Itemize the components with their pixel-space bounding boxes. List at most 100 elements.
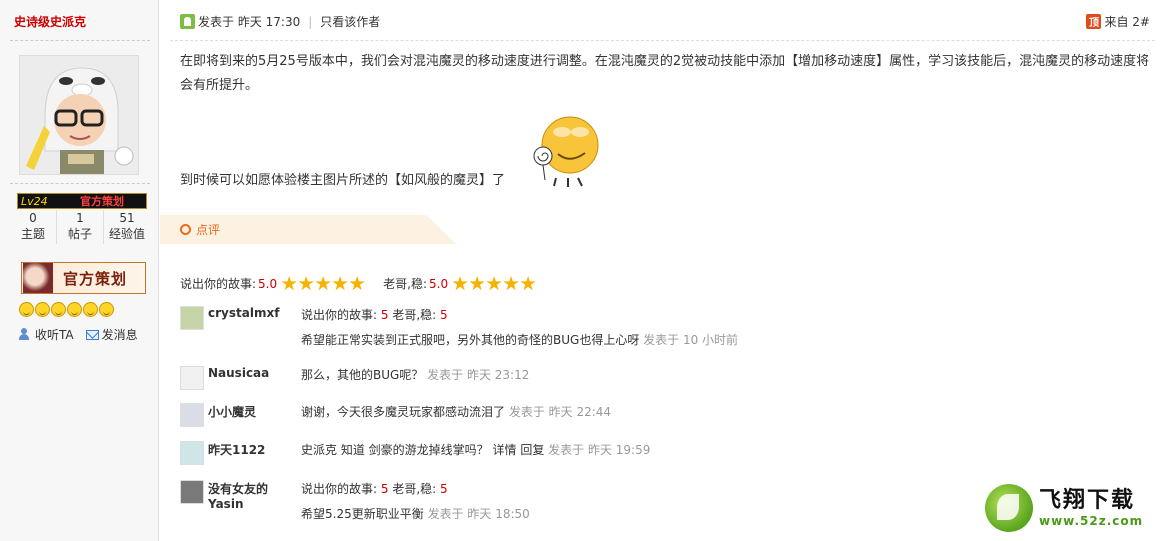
follow-label: 收听TA [35,328,74,342]
comment-rating-score-a: 5 [380,482,389,496]
review-tab[interactable]: 点评 [160,215,456,244]
stat-exp-label: 经验值 [108,227,145,241]
star-icon [503,276,519,291]
comment-text: 希望5.25更新职业平衡 [301,507,424,521]
role-label: 官方策划 [80,195,124,208]
comment-item: 小小魔灵 谢谢，今天很多魔灵玩家都感动流泪了 发表于 昨天 22:44 [180,403,611,427]
star-icon [315,276,331,291]
official-badge: 官方策划 [21,262,146,294]
message-label: 发消息 [101,328,138,342]
review-tab-label: 点评 [196,223,221,237]
comment-body: 说出你的故事: 5 老哥,稳: 5 希望5.25更新职业平衡 发表于 昨天 18… [301,480,530,522]
floor-label[interactable]: 来自 2# [1104,13,1150,30]
smiley-medal-icon[interactable] [99,302,114,317]
stat-posts-count: 1 [76,211,84,225]
star-icon [298,276,314,291]
star-icon [281,276,297,291]
top-icon[interactable]: 顶 [1086,14,1102,29]
add-user-icon [18,328,32,341]
commenter-avatar[interactable] [180,403,204,427]
badge-label: 官方策划 [63,269,128,288]
commenter-name[interactable]: crystalmxf [208,306,301,348]
comment-time: 发表于 昨天 23:12 [427,368,530,382]
author-username[interactable]: 史诗级史派克 [14,13,86,30]
author-only-link[interactable]: 只看该作者 [320,13,380,30]
comment-text: 谢谢，今天很多魔灵玩家都感动流泪了 [301,405,506,419]
commenter-avatar[interactable] [180,306,204,330]
floor-indicator: 顶 来自 2# [1086,13,1150,30]
comment-text: 希望能正常实装到正式服吧，另外其他的奇怪的BUG也得上心呀 [301,333,640,347]
comment-time: 发表于 昨天 19:59 [548,443,651,457]
rating-stars-1 [281,276,365,291]
rating-label-1: 说出你的故事: [180,277,257,291]
comment-rating-label-b: 老哥,稳: [392,482,437,496]
badge-portrait-icon [23,263,53,293]
divider [170,40,1155,41]
online-user-icon [180,14,195,29]
comment-rating-score-a: 5 [380,308,389,322]
comment-text: 史派克 知道 剑豪的游龙掉线掌吗？ [301,443,489,457]
follow-button[interactable]: 收听TA [18,326,74,343]
comment-rating-score-b: 5 [440,308,448,322]
send-message-button[interactable]: 发消息 [85,326,138,343]
divider [10,40,150,41]
smiley-medal-icon[interactable] [35,302,50,317]
watermark-name: 飞翔下载 [1039,488,1136,513]
smiley-medal-icon[interactable] [19,302,34,317]
comment-item: 没有女友的Yasin 说出你的故事: 5 老哥,稳: 5 希望5.25更新职业平… [180,480,530,522]
stat-topics-label: 主题 [20,227,45,241]
stat-posts[interactable]: 1 帖子 [57,210,104,244]
comment-time: 发表于 昨天 18:50 [427,507,530,521]
star-icon [452,276,468,291]
avatar-illustration [20,56,138,174]
lollipop-smiley-emoticon [533,116,599,187]
post-paragraph-1: 在即将到来的5月25号版本中，我们会对混沌魔灵的移动速度进行调整。在混沌魔灵的2… [180,54,1150,93]
star-icon [469,276,485,291]
comment-body: 谢谢，今天很多魔灵玩家都感动流泪了 发表于 昨天 22:44 [301,403,611,427]
medal-row [19,302,114,317]
smiley-medal-icon[interactable] [83,302,98,317]
commenter-name[interactable]: Nausicaa [208,366,301,390]
commenter-avatar[interactable] [180,480,204,504]
author-actions: 收听TA 发消息 [18,326,138,343]
star-icon [486,276,502,291]
rating-label-2: 老哥,稳: [383,277,427,291]
stat-exp[interactable]: 51 经验值 [104,210,150,244]
site-watermark: 飞翔下载 www.52z.com [985,483,1160,533]
comment-item: Nausicaa 那么，其他的BUG呢？ 发表于 昨天 23:12 [180,366,529,390]
star-icon [349,276,365,291]
smiley-medal-icon[interactable] [51,302,66,317]
star-icon [332,276,348,291]
leaf-logo-icon [985,484,1033,532]
detail-link[interactable]: 详情 [492,443,516,457]
post-paragraph-2: 到时候可以如愿体验楼主图片所述的【如风般的魔灵】了 [180,173,506,188]
watermark-text: 飞翔下载 www.52z.com [1039,488,1143,528]
comment-time: 发表于 昨天 22:44 [508,405,612,419]
comment-text: 那么，其他的BUG呢？ [301,368,424,382]
author-avatar[interactable] [19,55,139,175]
commenter-avatar[interactable] [180,441,204,465]
stat-topics-count: 0 [29,211,37,225]
comment-body: 那么，其他的BUG呢？ 发表于 昨天 23:12 [301,366,529,390]
smiley-medal-icon[interactable] [67,302,82,317]
post-time: 发表于 昨天 17:30 [198,15,301,29]
rating-score-1: 5.0 [258,276,278,291]
level-label: Lv24 [21,194,48,208]
comment-rating-label-a: 说出你的故事: [301,308,378,322]
post-main: 发表于 昨天 17:30 | 只看该作者 顶 来自 2# 在即将到来的5月25号… [160,0,1162,541]
commenter-name[interactable]: 没有女友的Yasin [208,480,301,522]
author-sidebar: 史诗级史派克 Lv24 官方策划 0 主题 1 帖子 51 经验值 官方策划 收… [0,0,159,541]
commenter-name[interactable]: 小小魔灵 [208,403,301,427]
comment-rating-score-b: 5 [440,482,448,496]
stat-topics[interactable]: 0 主题 [10,210,57,244]
post-header: 发表于 昨天 17:30 | 只看该作者 [180,13,380,30]
commenter-name[interactable]: 昨天1122 [208,441,301,465]
commenter-avatar[interactable] [180,366,204,390]
mail-icon [85,329,99,340]
comment-body: 说出你的故事: 5 老哥,稳: 5 希望能正常实装到正式服吧，另外其他的奇怪的B… [301,306,738,348]
stat-posts-label: 帖子 [67,227,92,241]
rating-score-2: 5.0 [429,276,449,291]
comment-rating-label-a: 说出你的故事: [301,482,378,496]
separator: | [308,14,313,29]
reply-link[interactable]: 回复 [520,443,544,457]
